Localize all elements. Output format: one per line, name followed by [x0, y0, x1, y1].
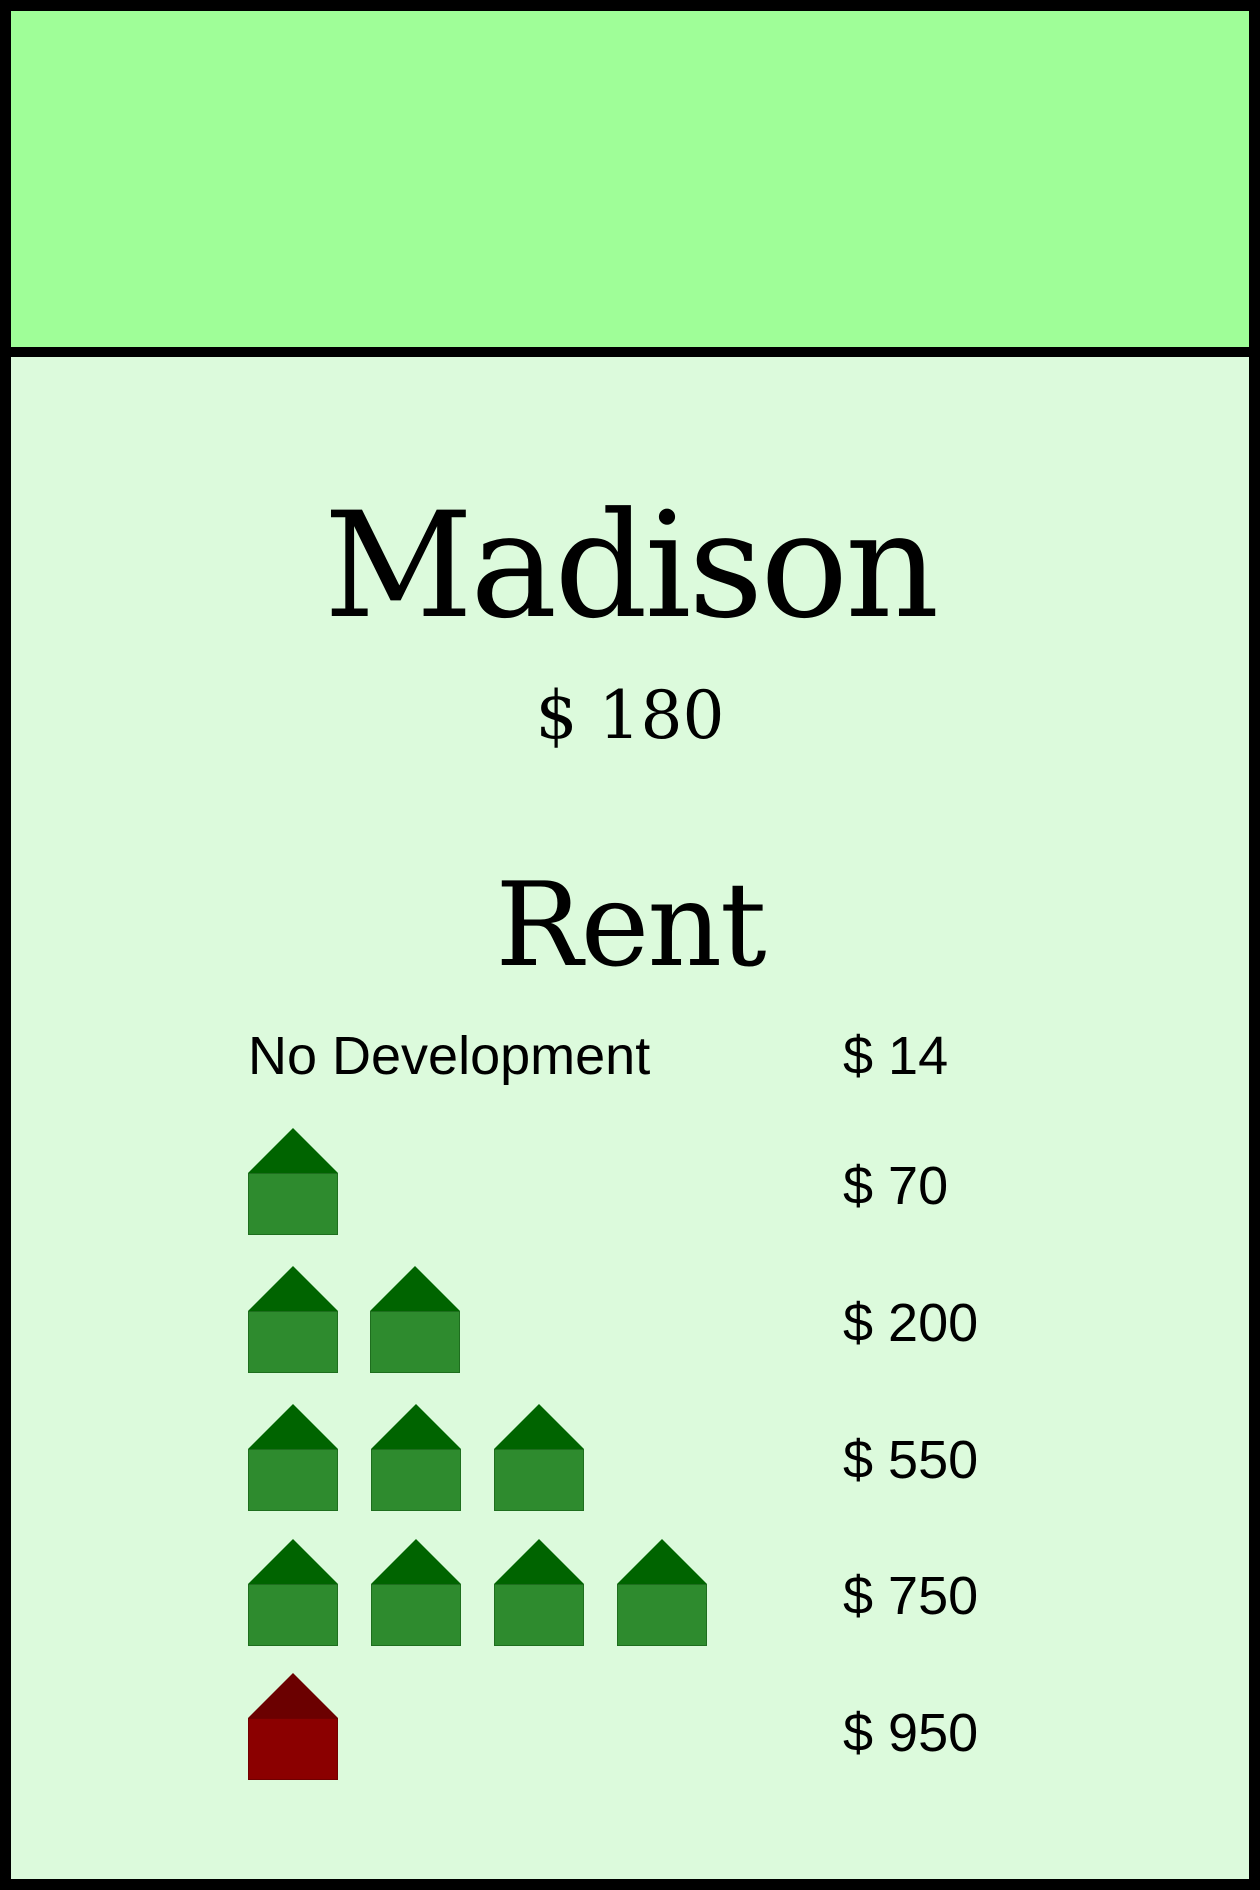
property-name: Madison — [323, 481, 940, 651]
rent-value: $ 750 — [843, 1566, 979, 1626]
rent-value: $ 14 — [843, 1026, 949, 1086]
house-icon — [371, 1539, 461, 1646]
house-icon — [371, 1404, 461, 1511]
house-icon — [494, 1404, 584, 1511]
rent-row-4-houses: $ 750 — [11, 1539, 1249, 1646]
house-icon — [248, 1266, 338, 1373]
rent-value: $ 70 — [843, 1156, 949, 1216]
house-icon — [370, 1266, 460, 1373]
rent-value: $ 950 — [843, 1703, 979, 1763]
house-icon — [494, 1539, 584, 1646]
house-icon — [617, 1539, 707, 1646]
rent-heading: Rent — [495, 858, 766, 993]
rent-row-2-houses: $ 200 — [11, 1266, 1249, 1373]
rent-row-hotel: $ 950 — [11, 1673, 1249, 1780]
rent-value: $ 200 — [843, 1293, 979, 1353]
rent-label: No Development — [248, 1026, 651, 1086]
house-icon — [248, 1404, 338, 1511]
house-icon — [248, 1128, 338, 1235]
rent-row-no-development: No Development $ 14 — [11, 1011, 1249, 1111]
rent-value: $ 550 — [843, 1430, 979, 1490]
property-card: Madison $ 180 Rent No Development $ 14 $… — [0, 0, 1260, 1890]
house-icon — [248, 1539, 338, 1646]
property-price: $ 180 — [535, 677, 725, 754]
rent-row-1-house: $ 70 — [11, 1128, 1249, 1235]
hotel-icon — [248, 1673, 338, 1780]
rent-row-3-houses: $ 550 — [11, 1404, 1249, 1511]
color-band — [11, 11, 1249, 357]
